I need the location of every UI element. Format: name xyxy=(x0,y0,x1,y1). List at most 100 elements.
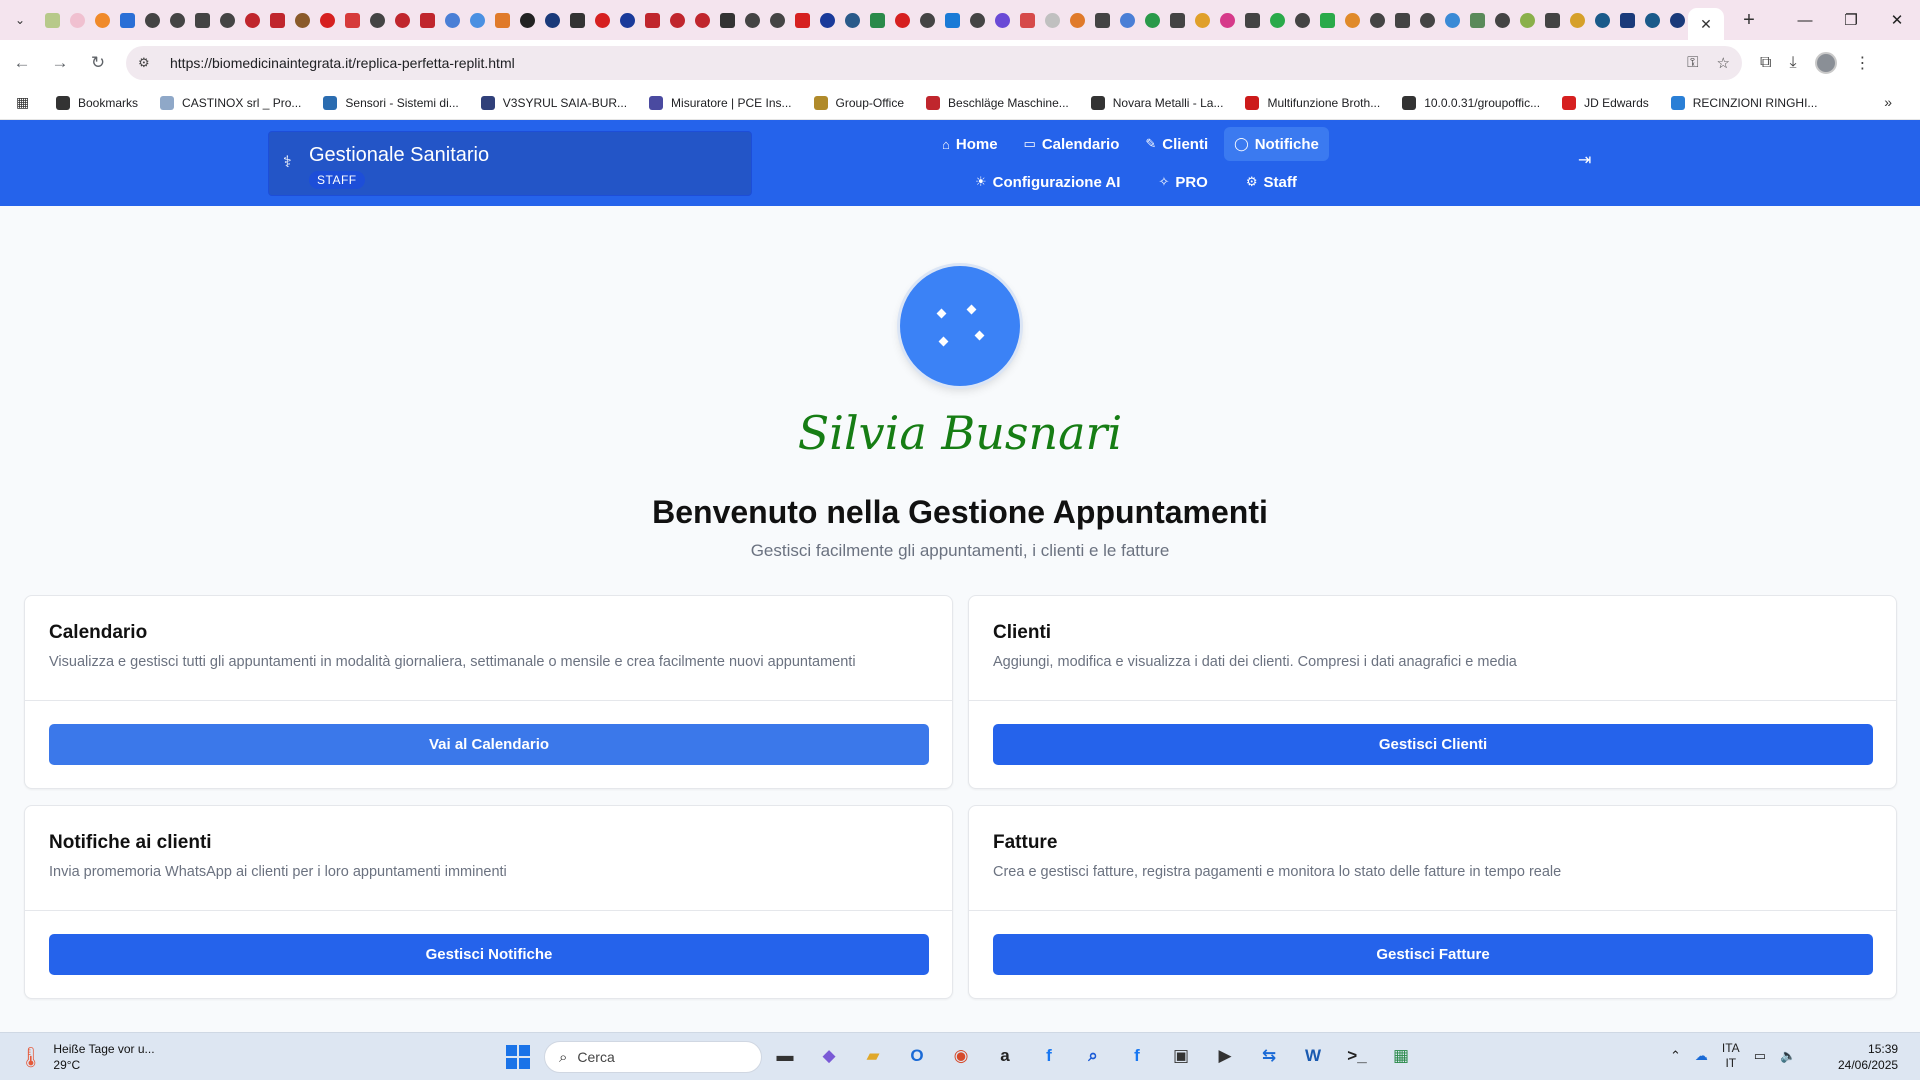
tab-favicon-icon[interactable] xyxy=(1292,10,1313,31)
bookmark-item[interactable]: Multifunzione Broth... xyxy=(1245,95,1380,110)
tab-favicon-icon[interactable] xyxy=(117,10,138,31)
tab-favicon-icon[interactable] xyxy=(1342,10,1363,31)
tab-favicon-icon[interactable] xyxy=(1117,10,1138,31)
tray-chevron-icon[interactable]: ⌃ xyxy=(1670,1048,1681,1064)
tab-favicon-icon[interactable] xyxy=(42,10,63,31)
bookmark-star-icon[interactable]: ☆ xyxy=(1717,54,1730,72)
tab-favicon-icon[interactable] xyxy=(467,10,488,31)
media-icon[interactable]: ▶ xyxy=(1210,1041,1240,1071)
nav-item-calendario[interactable]: ▭ Calendario xyxy=(1014,127,1130,161)
tab-favicon-icon[interactable] xyxy=(342,10,363,31)
new-tab-button[interactable]: + xyxy=(1732,3,1766,37)
nav-item-staff[interactable]: ⚙ Staff xyxy=(1236,165,1307,199)
bookmark-item[interactable]: RECINZIONI RINGHI... xyxy=(1670,95,1817,110)
tab-favicon-icon[interactable] xyxy=(242,10,263,31)
chrome-icon[interactable]: ◉ xyxy=(946,1041,976,1071)
close-window-icon[interactable]: ✕ xyxy=(1874,0,1920,40)
store-icon[interactable]: ▣ xyxy=(1166,1041,1196,1071)
outlook-icon[interactable]: O xyxy=(902,1041,932,1071)
tab-favicon-icon[interactable] xyxy=(317,10,338,31)
manage-clients-button[interactable]: Gestisci Clienti xyxy=(993,724,1873,765)
taskbar-search[interactable]: ⌕ Cerca xyxy=(544,1041,762,1073)
tab-favicon-icon[interactable] xyxy=(792,10,813,31)
tab-favicon-icon[interactable] xyxy=(917,10,938,31)
bookmark-item[interactable]: Bookmarks xyxy=(56,95,138,110)
system-clock[interactable]: 15:39 24/06/2025 xyxy=(1838,1041,1898,1073)
tab-close-icon[interactable]: ✕ xyxy=(1700,16,1712,33)
tab-favicon-icon[interactable] xyxy=(1167,10,1188,31)
tab-favicon-icon[interactable] xyxy=(617,10,638,31)
back-icon[interactable]: ← xyxy=(6,47,38,79)
active-tab[interactable]: ✕ xyxy=(1688,8,1724,40)
tab-favicon-icon[interactable] xyxy=(817,10,838,31)
tab-favicon-icon[interactable] xyxy=(1267,10,1288,31)
tab-favicon-icon[interactable] xyxy=(1542,10,1563,31)
excel-remote-icon[interactable]: ▦ xyxy=(1386,1041,1416,1071)
tab-favicon-icon[interactable] xyxy=(1567,10,1588,31)
bookmark-item[interactable]: JD Edwards xyxy=(1562,95,1649,110)
bookmark-item[interactable]: V3SYRUL SAIA-BUR... xyxy=(480,95,627,110)
tab-favicon-icon[interactable] xyxy=(217,10,238,31)
tab-favicon-icon[interactable] xyxy=(92,10,113,31)
tab-favicon-icon[interactable] xyxy=(1392,10,1413,31)
task-view-icon[interactable]: ▬ xyxy=(770,1041,800,1071)
tab-favicon-icon[interactable] xyxy=(567,10,588,31)
site-info-icon[interactable]: ⚙ xyxy=(138,55,156,71)
tab-favicon-icon[interactable] xyxy=(867,10,888,31)
tab-favicon-icon[interactable] xyxy=(417,10,438,31)
apps-grid-icon[interactable]: ▦ xyxy=(16,94,34,111)
tab-favicon-icon[interactable] xyxy=(67,10,88,31)
download-icon[interactable]: ⤓ xyxy=(1789,54,1796,72)
tab-favicon-icon[interactable] xyxy=(1217,10,1238,31)
bookmark-item[interactable]: Sensori - Sistemi di... xyxy=(323,95,459,110)
logout-icon[interactable]: ⇥ xyxy=(1578,150,1591,170)
tab-favicon-icon[interactable] xyxy=(1317,10,1338,31)
tab-favicon-icon[interactable] xyxy=(1367,10,1388,31)
tab-favicon-icon[interactable] xyxy=(267,10,288,31)
tab-favicon-icon[interactable] xyxy=(742,10,763,31)
tab-favicon-icon[interactable] xyxy=(767,10,788,31)
file-explorer-icon[interactable]: ▰ xyxy=(858,1041,888,1071)
calendar-button[interactable]: Vai al Calendario xyxy=(49,724,929,765)
tab-favicon-icon[interactable] xyxy=(1667,10,1688,31)
bookmarks-more-icon[interactable]: » xyxy=(1884,94,1892,110)
password-key-icon[interactable]: ⚿ xyxy=(1687,54,1698,72)
tab-favicon-icon[interactable] xyxy=(392,10,413,31)
tab-favicon-icon[interactable] xyxy=(1242,10,1263,31)
nav-item-configurazione-ai[interactable]: ☀ Configurazione AI xyxy=(965,165,1130,199)
tab-favicon-icon[interactable] xyxy=(1142,10,1163,31)
tab-favicon-icon[interactable] xyxy=(967,10,988,31)
bookmark-item[interactable]: Novara Metalli - La... xyxy=(1090,95,1223,110)
tab-favicon-icon[interactable] xyxy=(1042,10,1063,31)
tab-favicon-icon[interactable] xyxy=(1642,10,1663,31)
tab-favicon-icon[interactable] xyxy=(1192,10,1213,31)
tab-favicon-icon[interactable] xyxy=(692,10,713,31)
volume-icon[interactable]: 🔈 xyxy=(1780,1048,1796,1064)
tab-favicon-icon[interactable] xyxy=(442,10,463,31)
extensions-icon[interactable]: ⧉ xyxy=(1760,54,1771,72)
bookmark-item[interactable]: Group-Office xyxy=(813,95,904,110)
manage-notifications-button[interactable]: Gestisci Notifiche xyxy=(49,934,929,975)
windows-start-icon[interactable] xyxy=(506,1045,530,1069)
network-icon[interactable]: ▭ xyxy=(1754,1048,1766,1064)
tab-favicon-icon[interactable] xyxy=(1467,10,1488,31)
address-bar[interactable]: ⚙ https://biomedicinaintegrata.it/replic… xyxy=(126,46,1742,80)
brand-block[interactable]: ⚕ Gestionale Sanitario STAFF xyxy=(268,131,752,196)
tab-favicon-icon[interactable] xyxy=(1517,10,1538,31)
restore-icon[interactable]: ❐ xyxy=(1828,0,1874,40)
tab-favicon-icon[interactable] xyxy=(1492,10,1513,31)
forward-icon[interactable]: → xyxy=(44,47,76,79)
amazon-icon[interactable]: a xyxy=(990,1041,1020,1071)
tab-favicon-icon[interactable] xyxy=(517,10,538,31)
tab-favicon-icon[interactable] xyxy=(942,10,963,31)
tab-favicon-icon[interactable] xyxy=(892,10,913,31)
tab-favicon-icon[interactable] xyxy=(1067,10,1088,31)
tab-favicon-icon[interactable] xyxy=(1417,10,1438,31)
url-text[interactable]: https://biomedicinaintegrata.it/replica-… xyxy=(170,55,1687,71)
tab-favicon-icon[interactable] xyxy=(592,10,613,31)
bookmark-item[interactable]: 10.0.0.31/groupoffic... xyxy=(1402,95,1540,110)
browser-menu-icon[interactable]: ⋮ xyxy=(1855,53,1871,73)
nav-item-notifiche[interactable]: ◯ Notifiche xyxy=(1224,127,1329,161)
word-icon[interactable]: W xyxy=(1298,1041,1328,1071)
tab-favicon-icon[interactable] xyxy=(1017,10,1038,31)
